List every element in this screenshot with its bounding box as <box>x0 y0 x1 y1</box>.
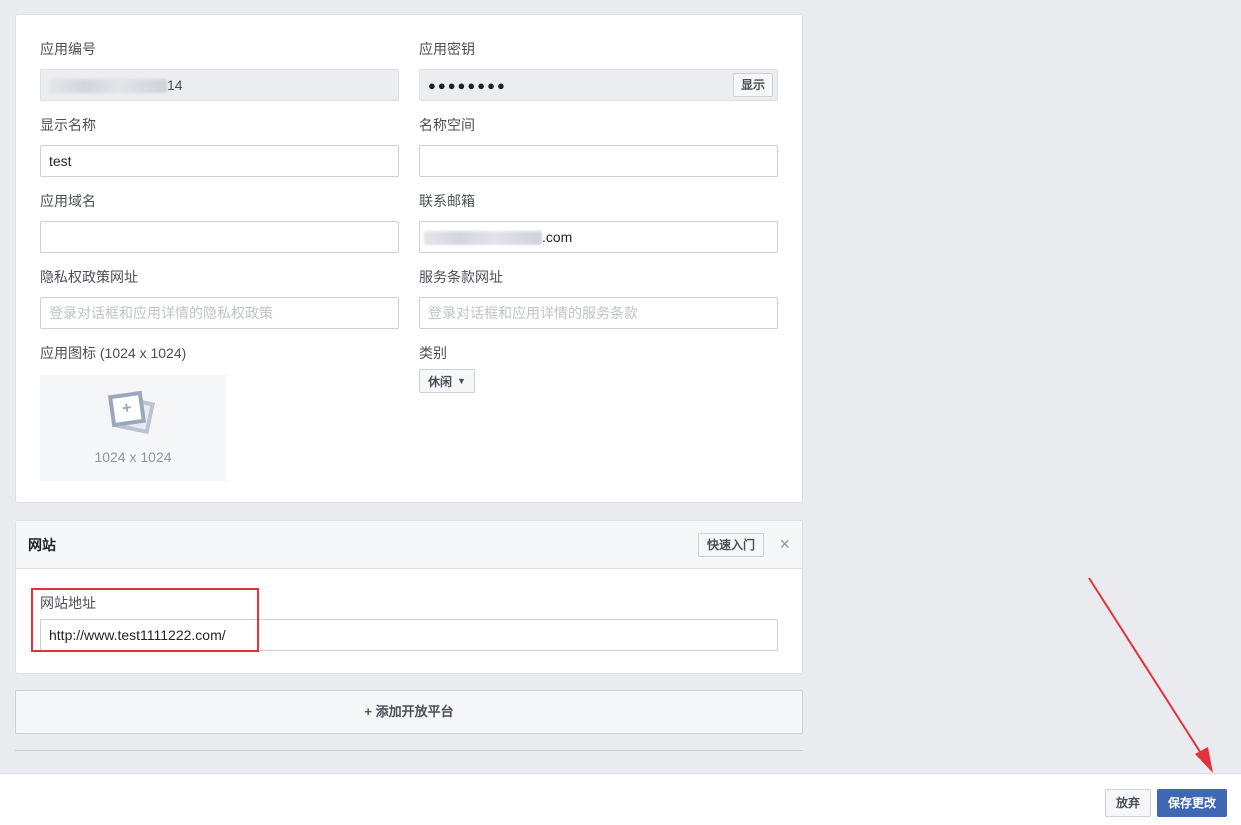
add-photo-icon: + <box>104 390 162 441</box>
divider <box>15 750 803 751</box>
app-id-label: 应用编号 <box>40 41 96 57</box>
privacy-url-field: 隐私权政策网址 登录对话框和应用详情的隐私权政策 <box>40 267 399 329</box>
app-domains-label: 应用域名 <box>40 193 96 209</box>
namespace-label: 名称空间 <box>419 117 475 133</box>
display-name-input[interactable]: test <box>40 145 399 177</box>
terms-url-label: 服务条款网址 <box>419 269 503 285</box>
privacy-url-placeholder: 登录对话框和应用详情的隐私权政策 <box>49 305 273 321</box>
contact-email-suffix: .com <box>542 229 573 245</box>
redacted-app-id <box>49 79 167 94</box>
app-icon-field: 应用图标 (1024 x 1024) + 1024 x 1024 <box>40 343 399 481</box>
terms-url-input[interactable]: 登录对话框和应用详情的服务条款 <box>419 297 778 329</box>
contact-email-label: 联系邮箱 <box>419 193 475 209</box>
app-icon-label: 应用图标 (1024 x 1024) <box>40 345 187 361</box>
contact-email-field: 联系邮箱 .com <box>419 191 778 253</box>
category-label: 类别 <box>419 345 447 361</box>
website-card-header: 网站 快速入门 × <box>16 521 802 569</box>
discard-button[interactable]: 放弃 <box>1105 789 1152 817</box>
app-id-suffix: 14 <box>167 77 183 93</box>
category-dropdown[interactable]: 休闲 ▼ <box>419 369 475 393</box>
app-domains-field: 应用域名 <box>40 191 399 253</box>
category-field: 类别 休闲 ▼ <box>419 343 778 393</box>
app-icon-upload[interactable]: + 1024 x 1024 <box>40 375 226 481</box>
chevron-down-icon: ▼ <box>457 376 466 386</box>
namespace-field: 名称空间 <box>419 115 778 177</box>
contact-email-input[interactable]: .com <box>419 221 778 253</box>
app-icon-size-text: 1024 x 1024 <box>94 449 172 465</box>
show-secret-button[interactable]: 显示 <box>732 73 773 97</box>
add-platform-button[interactable]: + 添加开放平台 <box>15 690 803 734</box>
website-card-title: 网站 <box>28 537 56 553</box>
quick-start-button[interactable]: 快速入门 <box>697 533 764 557</box>
app-secret-value: ●●●●●●●● <box>428 78 507 93</box>
app-id-input[interactable]: 14 <box>40 69 399 101</box>
terms-url-placeholder: 登录对话框和应用详情的服务条款 <box>428 305 638 321</box>
footer-bar: 放弃 保存更改 <box>0 773 1241 825</box>
redacted-email <box>424 231 542 246</box>
basic-settings-card: 应用编号 14 应用密钥 ●●●●●●●● 显示 显示名称 test 名称空间 … <box>15 14 803 503</box>
display-name-label: 显示名称 <box>40 117 96 133</box>
app-secret-field: 应用密钥 ●●●●●●●● 显示 <box>419 39 778 101</box>
annotation-highlight-box <box>31 588 259 652</box>
app-secret-input[interactable]: ●●●●●●●● 显示 <box>419 69 778 101</box>
app-secret-label: 应用密钥 <box>419 41 475 57</box>
terms-url-field: 服务条款网址 登录对话框和应用详情的服务条款 <box>419 267 778 329</box>
close-icon[interactable]: × <box>779 534 790 554</box>
app-id-field: 应用编号 14 <box>40 39 399 101</box>
save-changes-button[interactable]: 保存更改 <box>1157 789 1228 817</box>
namespace-input[interactable] <box>419 145 778 177</box>
app-domains-input[interactable] <box>40 221 399 253</box>
privacy-url-label: 隐私权政策网址 <box>40 269 138 285</box>
display-name-field: 显示名称 test <box>40 115 399 177</box>
privacy-url-input[interactable]: 登录对话框和应用详情的隐私权政策 <box>40 297 399 329</box>
category-value: 休闲 <box>428 374 453 389</box>
